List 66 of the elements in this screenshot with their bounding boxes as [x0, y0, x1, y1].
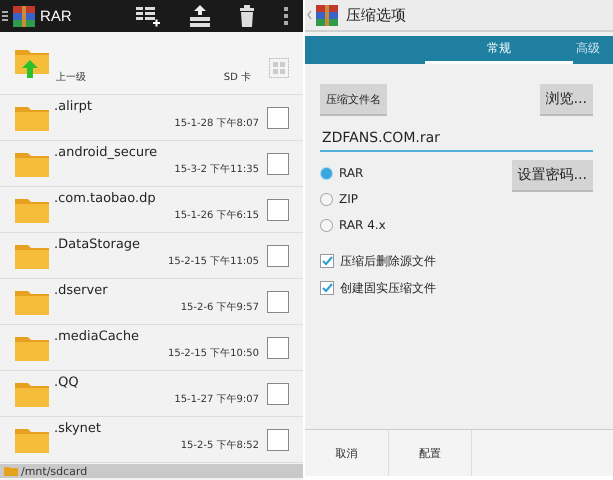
file-name: .android_secure: [54, 145, 158, 160]
add-to-archive-icon[interactable]: [135, 4, 161, 28]
extract-icon[interactable]: [189, 4, 211, 28]
checkbox[interactable]: [267, 152, 289, 174]
menu-icon[interactable]: [2, 10, 8, 22]
file-row[interactable]: .skynet 15-2-5 下午8:52: [0, 417, 303, 463]
app-title: RAR: [40, 8, 72, 24]
radio-button[interactable]: [320, 166, 333, 180]
checkbox[interactable]: [267, 106, 289, 128]
checkbox[interactable]: [267, 336, 289, 358]
option-label: 创建固实压缩文件: [340, 280, 436, 296]
option-label: RAR: [339, 166, 364, 180]
file-row[interactable]: .dserver 15-2-6 下午9:57: [0, 279, 303, 325]
file-name: .alirpt: [54, 99, 94, 114]
file-row[interactable]: .DataStorage 15-2-15 下午11:05: [0, 233, 303, 279]
file-date: 15-1-27 下午9:07: [174, 393, 259, 406]
file-row[interactable]: .alirpt 15-1-28 下午8:07: [0, 95, 303, 141]
checkbox[interactable]: [320, 254, 334, 268]
screen-title: 压缩选项: [346, 6, 406, 24]
file-date: 15-2-5 下午8:52: [180, 439, 259, 452]
file-date: 15-1-28 下午8:07: [174, 117, 259, 130]
storage-label: SD 卡: [224, 70, 251, 84]
file-date: 15-2-6 下午9:57: [180, 301, 259, 314]
dialog-button[interactable]: 配置: [388, 430, 472, 476]
file-name: .QQ: [54, 375, 80, 390]
file-date: 15-1-26 下午6:15: [174, 209, 259, 222]
archive-name-button[interactable]: 压缩文件名: [320, 84, 387, 116]
file-name: .DataStorage: [54, 237, 142, 252]
set-password-button[interactable]: 设置密码...: [512, 160, 593, 192]
checkbox[interactable]: [320, 281, 334, 295]
option-label: RAR 4.x: [339, 218, 386, 232]
check-icon: [321, 255, 333, 267]
delete-icon[interactable]: [239, 5, 255, 27]
file-name: .com.taobao.dp: [54, 191, 157, 206]
checkbox[interactable]: [267, 198, 289, 220]
archive-logo-icon: [13, 6, 35, 26]
option-label: 压缩后删除源文件: [340, 252, 436, 270]
file-row[interactable]: .android_secure 15-3-2 下午11:35: [0, 141, 303, 187]
dialog-button[interactable]: 取消: [305, 430, 388, 476]
checkbox[interactable]: [267, 382, 289, 404]
checkbox[interactable]: [267, 290, 289, 312]
file-date: 15-3-2 下午11:35: [174, 163, 259, 176]
file-date: 15-2-15 下午10:50: [168, 347, 259, 360]
item-label: 上一级: [56, 70, 86, 84]
file-date: 15-2-15 下午11:05: [168, 255, 259, 268]
checkbox[interactable]: [267, 244, 289, 266]
file-name: .mediaCache: [54, 329, 140, 344]
tab[interactable]: 常规: [425, 36, 573, 64]
path-text: /mnt/sdcard: [21, 464, 88, 478]
tab[interactable]: 高级: [573, 36, 613, 64]
folder-icon: [4, 466, 18, 476]
option-label: ZIP: [339, 192, 358, 206]
archive-logo-icon: [316, 4, 338, 26]
file-row[interactable]: .QQ 15-1-27 下午9:07: [0, 371, 303, 417]
radio-button[interactable]: [320, 192, 333, 206]
input-field[interactable]: ZDFANS.COM.rar: [320, 120, 593, 152]
checkbox[interactable]: [267, 428, 289, 450]
file-name: .skynet: [54, 421, 102, 436]
check-icon: [321, 282, 333, 294]
file-name: .dserver: [54, 283, 109, 298]
browse-button[interactable]: 浏览...: [540, 84, 593, 116]
file-row[interactable]: .mediaCache 15-2-15 下午10:50: [0, 325, 303, 371]
back-icon[interactable]: [307, 10, 312, 20]
radio-button[interactable]: [320, 218, 333, 232]
file-row[interactable]: .com.taobao.dp 15-1-26 下午6:15: [0, 187, 303, 233]
more-icon[interactable]: [283, 6, 289, 26]
